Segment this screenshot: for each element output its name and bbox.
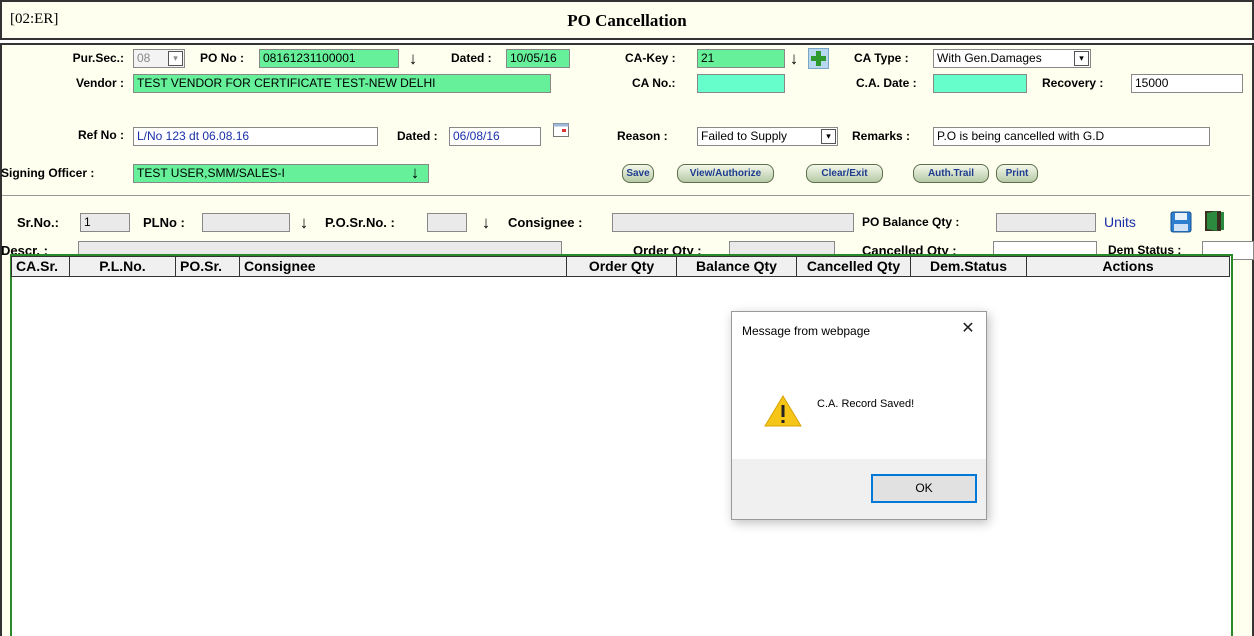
clear-exit-button[interactable]: Clear/Exit <box>806 164 883 183</box>
download-icon[interactable]: ↓ <box>479 214 493 231</box>
pur-sec-value: 08 <box>137 51 151 65</box>
remarks-label: Remarks : <box>852 129 911 143</box>
view-authorize-button[interactable]: View/Authorize <box>677 164 774 183</box>
recovery-label: Recovery : <box>1042 76 1104 90</box>
download-icon[interactable]: ↓ <box>406 50 420 67</box>
col-consignee[interactable]: Consignee <box>240 257 567 276</box>
po-sr-no-field[interactable] <box>427 213 467 232</box>
ca-type-select[interactable]: With Gen.Damages ▾ <box>933 49 1091 68</box>
ca-key-label: CA-Key : <box>625 51 676 65</box>
reason-label: Reason : <box>617 129 668 143</box>
ca-no-label: CA No.: <box>632 76 676 90</box>
pur-sec-select[interactable]: 08 ▾ <box>133 49 185 68</box>
ca-type-label: CA Type : <box>854 51 909 65</box>
vendor-field[interactable]: TEST VENDOR FOR CERTIFICATE TEST-NEW DEL… <box>133 74 551 93</box>
add-button[interactable] <box>808 48 829 69</box>
ref-no-field[interactable]: L/No 123 dt 06.08.16 <box>133 127 378 146</box>
print-button[interactable]: Print <box>996 164 1038 183</box>
col-po-sr[interactable]: PO.Sr. <box>176 257 240 276</box>
po-no-field[interactable]: 08161231100001 <box>259 49 399 68</box>
chevron-down-icon: ▾ <box>168 51 183 66</box>
units-label: Units <box>1104 214 1136 230</box>
title-bar: [02:ER] PO Cancellation <box>0 0 1254 40</box>
sr-no-label: Sr.No.: <box>17 215 59 230</box>
po-balance-qty-field[interactable] <box>996 213 1096 232</box>
page-title: PO Cancellation <box>567 11 687 30</box>
chevron-down-icon: ▾ <box>1074 51 1089 66</box>
dated-field[interactable]: 10/05/16 <box>506 49 570 68</box>
ca-key-field[interactable]: 21 <box>697 49 785 68</box>
auth-trail-button[interactable]: Auth.Trail <box>913 164 989 183</box>
po-balance-qty-label: PO Balance Qty : <box>862 215 960 229</box>
ca-date-label: C.A. Date : <box>856 76 917 90</box>
remarks-field[interactable]: P.O is being cancelled with G.D <box>933 127 1210 146</box>
col-cancelled-qty[interactable]: Cancelled Qty <box>797 257 911 276</box>
close-icon[interactable]: ✕ <box>956 318 980 340</box>
download-icon[interactable]: ↓ <box>297 214 311 231</box>
message-dialog: Message from webpage ✕ C.A. Record Saved… <box>731 311 987 520</box>
save-button[interactable]: Save <box>622 164 654 183</box>
items-table <box>10 254 1233 636</box>
ca-type-value: With Gen.Damages <box>937 51 1042 65</box>
add-icon <box>811 51 826 66</box>
col-pl-no[interactable]: P.L.No. <box>70 257 176 276</box>
pur-sec-label: Pur.Sec.: <box>72 51 124 65</box>
consignee-field[interactable] <box>612 213 854 232</box>
dated-label: Dated : <box>451 51 492 65</box>
chevron-down-icon: ▾ <box>821 129 836 144</box>
vendor-label: Vendor : <box>75 76 124 90</box>
consignee-label: Consignee : <box>508 215 583 230</box>
ref-dated-label: Dated : <box>397 129 438 143</box>
warning-icon <box>763 394 803 428</box>
table-header: CA.Sr. P.L.No. PO.Sr. Consignee Order Qt… <box>11 256 1230 277</box>
dialog-title: Message from webpage <box>742 324 871 338</box>
pl-no-field[interactable] <box>202 213 290 232</box>
po-no-label: PO No : <box>200 51 244 65</box>
calendar-icon[interactable] <box>553 123 569 137</box>
col-dem-status[interactable]: Dem.Status <box>911 257 1027 276</box>
download-icon[interactable]: ↓ <box>408 164 422 181</box>
ref-dated-field[interactable]: 06/08/16 <box>449 127 541 146</box>
ok-button[interactable]: OK <box>871 474 977 503</box>
reason-value: Failed to Supply <box>701 129 788 143</box>
po-sr-no-label: P.O.Sr.No. : <box>325 215 395 230</box>
signing-officer-label: Signing Officer : <box>1 166 95 180</box>
download-icon[interactable]: ↓ <box>787 50 801 67</box>
divider <box>2 195 1250 196</box>
ca-no-field[interactable] <box>697 74 785 93</box>
recovery-field[interactable]: 15000 <box>1131 74 1243 93</box>
dialog-message: C.A. Record Saved! <box>817 398 915 410</box>
reason-select[interactable]: Failed to Supply ▾ <box>697 127 838 146</box>
sr-no-field[interactable]: 1 <box>80 213 130 232</box>
ca-date-field[interactable] <box>933 74 1027 93</box>
signing-officer-field[interactable]: TEST USER,SMM/SALES-I <box>133 164 429 183</box>
ref-no-label: Ref No : <box>78 128 124 142</box>
col-order-qty[interactable]: Order Qty <box>567 257 677 276</box>
col-balance-qty[interactable]: Balance Qty <box>677 257 797 276</box>
col-ca-sr[interactable]: CA.Sr. <box>12 257 70 276</box>
pl-no-label: PLNo : <box>143 215 185 230</box>
col-actions[interactable]: Actions <box>1027 257 1229 276</box>
floppy-save-icon[interactable] <box>1170 211 1192 233</box>
exit-door-icon[interactable] <box>1202 209 1226 233</box>
